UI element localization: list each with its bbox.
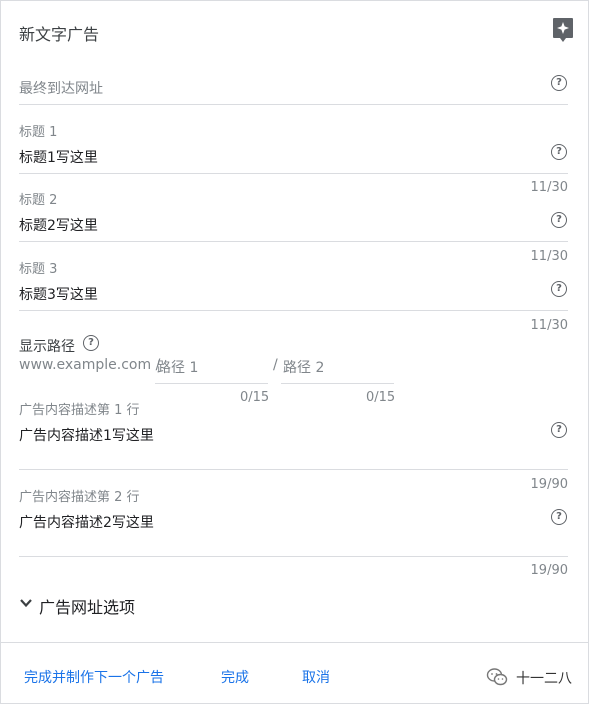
- headline1-counter: 11/30: [530, 180, 568, 195]
- display-path-domain: www.example.com /: [19, 357, 161, 373]
- description1-counter: 19/90: [530, 477, 568, 492]
- display-path-label: 显示路径: [19, 339, 75, 355]
- description2-counter: 19/90: [530, 563, 568, 578]
- display-path-separator: /: [273, 357, 278, 373]
- headline2-underline: [19, 241, 568, 242]
- headline2-help-icon[interactable]: ?: [551, 212, 567, 228]
- display-path-help-icon[interactable]: ?: [83, 335, 99, 351]
- headline3-help-icon[interactable]: ?: [551, 281, 567, 297]
- final-url-input[interactable]: 最终到达网址: [19, 78, 103, 98]
- done-button[interactable]: 完成: [221, 667, 249, 687]
- headline2-input[interactable]: 标题2写这里: [19, 215, 98, 235]
- description1-help-icon[interactable]: ?: [551, 422, 567, 438]
- footer-divider: [0, 642, 589, 643]
- headline1-help-icon[interactable]: ?: [551, 144, 567, 160]
- final-url-underline: [19, 104, 568, 105]
- headline2-label: 标题 2: [19, 193, 58, 208]
- watermark-text: 十一二八: [516, 671, 572, 687]
- description2-help-icon[interactable]: ?: [551, 509, 567, 525]
- display-path2-input[interactable]: 路径 2: [283, 357, 324, 377]
- display-path1-underline: [155, 383, 268, 384]
- description1-label: 广告内容描述第 1 行: [19, 403, 140, 418]
- chevron-down-icon[interactable]: [19, 596, 33, 610]
- cancel-button[interactable]: 取消: [302, 667, 330, 687]
- description2-underline: [19, 556, 568, 557]
- description2-input[interactable]: 广告内容描述2写这里: [19, 512, 154, 532]
- wechat-logo-icon: [486, 668, 508, 686]
- save-and-create-next-button[interactable]: 完成并制作下一个广告: [24, 667, 164, 687]
- headline3-label: 标题 3: [19, 262, 58, 277]
- headline1-input[interactable]: 标题1写这里: [19, 147, 98, 167]
- final-url-help-icon[interactable]: ?: [551, 75, 567, 91]
- url-options-toggle[interactable]: 广告网址选项: [39, 594, 135, 618]
- display-path1-input[interactable]: 路径 1: [157, 357, 198, 377]
- headline3-underline: [19, 310, 568, 311]
- headline1-underline: [19, 173, 568, 174]
- description1-underline: [19, 469, 568, 470]
- display-path1-counter: 0/15: [240, 390, 270, 405]
- display-path2-counter: 0/15: [366, 390, 396, 405]
- headline3-counter: 11/30: [530, 318, 568, 333]
- ad-strength-sparkle-icon[interactable]: [552, 17, 574, 43]
- description1-input[interactable]: 广告内容描述1写这里: [19, 425, 154, 445]
- headline1-label: 标题 1: [19, 125, 58, 140]
- description2-label: 广告内容描述第 2 行: [19, 490, 140, 505]
- panel-title: 新文字广告: [19, 25, 100, 44]
- headline2-counter: 11/30: [530, 249, 568, 264]
- headline3-input[interactable]: 标题3写这里: [19, 284, 98, 304]
- display-path2-underline: [281, 383, 394, 384]
